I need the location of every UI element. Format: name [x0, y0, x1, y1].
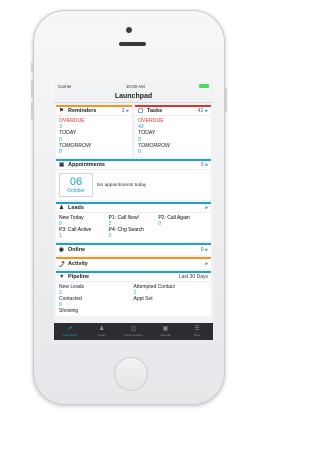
bell-icon: ⚑ — [59, 108, 64, 114]
activity-title: Activity — [68, 261, 88, 268]
volume-down-button — [31, 102, 33, 120]
chevron-right-icon[interactable]: ▸ — [205, 261, 208, 267]
calendar-icon: ▣ — [162, 326, 169, 332]
tab-leads[interactable]: ♟ Leads — [86, 323, 118, 340]
tab-label: More — [193, 333, 201, 337]
document-icon: ▢ — [138, 108, 144, 114]
status-time: 10:00 AM — [125, 83, 145, 89]
calendar-icon: ▣ — [59, 162, 65, 169]
people-icon: ♟ — [99, 326, 105, 332]
online-card[interactable]: ◉ Online 0 ▸ — [56, 243, 211, 256]
tasks-title: Tasks — [147, 108, 163, 114]
pipeline-range[interactable]: Last 30 Days — [179, 274, 208, 280]
leads-card[interactable]: ♟ Leads ▸ New Today 0 P1: Call Now! 2 P2… — [56, 202, 211, 242]
lead-item[interactable]: P4: Chg Search 0 — [109, 227, 159, 239]
tasks-count: 42 — [197, 108, 204, 114]
chevron-right-icon[interactable]: ▸ — [126, 108, 129, 114]
tab-communication[interactable]: ◫ Communication — [118, 323, 150, 340]
status-bar: Carrier 10:00 AM — [54, 82, 213, 90]
appointments-count: 0 — [200, 162, 204, 169]
lead-item[interactable]: P1: Call Now! 2 — [109, 215, 159, 227]
appointments-title: Appointments — [68, 162, 105, 169]
lead-item[interactable]: New Today 0 — [59, 215, 109, 227]
funnel-icon: ▼ — [59, 274, 65, 281]
reminders-tomorrow-value[interactable]: 0 — [59, 149, 129, 155]
pulse-icon: ⤴ — [59, 262, 65, 269]
home-button[interactable] — [114, 357, 148, 391]
activity-card[interactable]: ⤴ Activity ▸ — [56, 257, 211, 270]
lead-value: 1 — [59, 233, 62, 240]
appointments-card[interactable]: ▣ Appointments 0 ▸ 06 October No appoint… — [56, 159, 211, 201]
chevron-right-icon[interactable]: ▸ — [205, 247, 208, 253]
lead-item[interactable]: P2: Call Again 0 — [158, 215, 208, 227]
lead-value: 0 — [158, 221, 162, 228]
reminders-count: 3 — [121, 108, 125, 114]
volume-up-button — [31, 80, 33, 98]
date-day: 06 — [69, 175, 83, 188]
appointments-empty-text: No appointments today — [97, 182, 147, 188]
pipeline-appt-set-label: Appt Set — [133, 296, 153, 303]
pipeline-title: Pipeline — [68, 274, 90, 281]
tab-more[interactable]: ☰ More — [181, 323, 213, 340]
pipeline-card[interactable]: ▼ Pipeline Last 30 Days New Leads 2 Cont… — [56, 271, 211, 317]
leads-title: Leads — [68, 205, 84, 212]
tasks-tomorrow-value[interactable]: 0 — [138, 149, 208, 155]
eye-icon: ◉ — [59, 247, 64, 254]
people-icon: ♟ — [59, 205, 64, 212]
mute-switch — [31, 62, 33, 72]
tab-label: Launchpad — [62, 333, 77, 337]
app-screen: Carrier 10:00 AM Launchpad ⚑ Reminders 3… — [54, 82, 213, 340]
tasks-card[interactable]: ▢ Tasks 42 ▸ OVERDUE 42 TODAY 0 TOMORROW… — [135, 105, 211, 158]
chevron-right-icon[interactable]: ▸ — [205, 108, 208, 114]
page-title: Launchpad — [54, 90, 213, 103]
inbox-icon: ◫ — [130, 326, 137, 332]
tab-launchpad[interactable]: ➚ Launchpad — [54, 323, 86, 340]
date-month: October — [67, 187, 85, 194]
tab-label: Calendar — [159, 333, 171, 337]
lead-value: 0 — [108, 233, 112, 240]
tab-label: Leads — [97, 333, 106, 337]
chevron-right-icon[interactable]: ▸ — [205, 162, 208, 168]
carrier-label: Carrier — [58, 83, 72, 89]
tab-calendar[interactable]: ▣ Calendar — [149, 323, 181, 340]
lead-item[interactable]: P3: Call Active 1 — [59, 227, 109, 239]
speaker-grille — [119, 42, 146, 46]
camera-icon — [126, 27, 132, 33]
tab-bar: ➚ Launchpad ♟ Leads ◫ Communication ▣ Ca… — [54, 323, 213, 340]
chevron-right-icon[interactable]: ▸ — [205, 205, 208, 211]
online-count: 0 — [200, 247, 204, 254]
date-box: 06 October — [59, 173, 93, 198]
rocket-icon: ➚ — [67, 326, 73, 332]
reminders-card[interactable]: ⚑ Reminders 3 ▸ OVERDUE 3 TODAY 0 TOMORR… — [56, 105, 132, 158]
reminders-title: Reminders — [68, 108, 97, 114]
power-button — [225, 88, 227, 112]
pipeline-showing-label: Showing — [59, 308, 79, 315]
menu-icon: ☰ — [194, 326, 200, 332]
battery-icon — [199, 84, 209, 88]
online-title: Online — [68, 247, 86, 254]
tab-label: Communication — [123, 333, 144, 337]
